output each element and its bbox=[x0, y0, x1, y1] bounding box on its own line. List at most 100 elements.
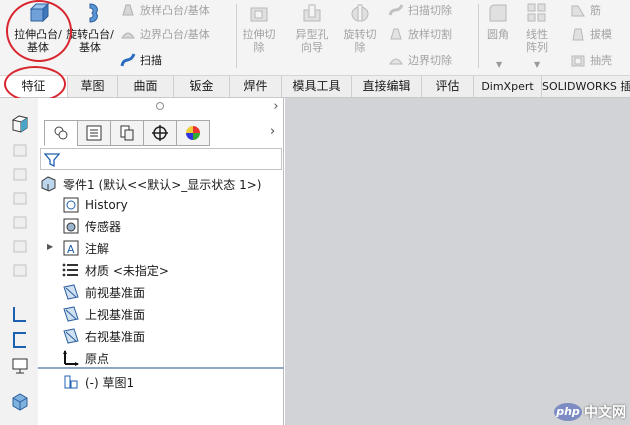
tab-surfaces[interactable]: 曲面 bbox=[118, 76, 174, 97]
watermark-badge: php bbox=[554, 403, 582, 421]
part-cube-icon[interactable] bbox=[10, 392, 30, 412]
tab-property-manager[interactable] bbox=[77, 120, 111, 146]
fillet-dropdown-arrow[interactable]: ▼ bbox=[496, 60, 502, 69]
expand-panel-arrow[interactable]: › bbox=[270, 124, 275, 139]
extrude-boss-button[interactable]: 拉伸凸台/基体 bbox=[14, 2, 62, 54]
feature-tree-filter[interactable] bbox=[40, 148, 282, 170]
tab-evaluate[interactable]: 评估 bbox=[422, 76, 474, 97]
panel-grip-handle[interactable] bbox=[156, 102, 164, 110]
plane-icon bbox=[63, 328, 79, 344]
tree-item-label: (-) 草图1 bbox=[85, 375, 135, 390]
tree-item-annotations[interactable]: A 注解 bbox=[62, 238, 109, 258]
revolve-boss-label: 旋转凸台/基体 bbox=[66, 28, 114, 54]
fillet-button[interactable]: 圆角 bbox=[484, 2, 512, 41]
sketch-corner-icon[interactable] bbox=[10, 330, 30, 350]
expand-caret-icon[interactable]: ▶ bbox=[47, 242, 53, 251]
tab-solidworks-addins[interactable]: SOLIDWORKS 插 bbox=[542, 76, 630, 97]
tree-item-sensors[interactable]: 传感器 bbox=[62, 216, 121, 236]
extrude-cut-label: 拉伸切除 bbox=[242, 28, 276, 54]
history-icon bbox=[63, 197, 79, 213]
rib-button[interactable]: 筋 bbox=[570, 0, 601, 20]
tab-weldments[interactable]: 焊件 bbox=[230, 76, 282, 97]
boundary-cut-button[interactable]: 边界切除 bbox=[388, 50, 452, 70]
sketch-bracket-icon[interactable] bbox=[10, 304, 30, 324]
sensor-icon bbox=[63, 218, 79, 234]
tree-item-right-plane[interactable]: 右视基准面 bbox=[62, 326, 145, 346]
tree-item-top-plane[interactable]: 上视基准面 bbox=[62, 304, 145, 324]
view-front-icon[interactable] bbox=[10, 140, 30, 160]
feature-tree-icon bbox=[54, 126, 68, 140]
boundary-boss-button[interactable]: 边界凸台/基体 bbox=[120, 24, 210, 44]
boundary-boss-label: 边界凸台/基体 bbox=[140, 28, 210, 41]
revolve-cut-button[interactable]: 旋转切除 bbox=[342, 2, 378, 54]
view-top-icon[interactable] bbox=[10, 164, 30, 184]
ribbon-separator bbox=[236, 4, 237, 68]
plane-icon bbox=[63, 284, 79, 300]
view-iso-icon[interactable] bbox=[10, 212, 30, 232]
material-icon bbox=[62, 263, 78, 277]
tree-root-label: 零件1 (默认<<默认>_显示状态 1>) bbox=[63, 177, 262, 192]
tab-display-manager[interactable] bbox=[176, 120, 210, 146]
linear-pattern-button[interactable]: 线性阵列 bbox=[522, 2, 552, 54]
feature-manager-tabs bbox=[44, 120, 210, 146]
extrude-cut-button[interactable]: 拉伸切除 bbox=[242, 2, 276, 54]
view-back-icon[interactable] bbox=[10, 236, 30, 256]
fillet-icon bbox=[489, 4, 507, 22]
tab-feature-tree[interactable] bbox=[44, 120, 78, 146]
shell-button[interactable]: 抽壳 bbox=[570, 50, 612, 70]
rib-label: 筋 bbox=[590, 4, 601, 17]
tab-features[interactable]: 特征 bbox=[0, 76, 68, 97]
tree-item-label: 材质 <未指定> bbox=[85, 263, 169, 278]
origin-icon bbox=[63, 350, 79, 366]
tree-item-history[interactable]: History bbox=[62, 195, 128, 215]
view-right-icon[interactable] bbox=[10, 188, 30, 208]
hole-wizard-button[interactable]: 异型孔向导 bbox=[292, 2, 332, 54]
tree-item-sketch[interactable]: (-) 草图1 bbox=[62, 372, 134, 392]
display-manager-icon bbox=[186, 126, 200, 140]
tree-root-part[interactable]: 零件1 (默认<<默认>_显示状态 1>) bbox=[40, 174, 261, 194]
rollback-bar[interactable] bbox=[38, 367, 284, 369]
tab-mold-tools[interactable]: 模具工具 bbox=[282, 76, 352, 97]
tab-sketch[interactable]: 草图 bbox=[68, 76, 118, 97]
hole-wizard-label: 异型孔向导 bbox=[295, 28, 329, 54]
configuration-manager-icon bbox=[120, 125, 134, 141]
panel-collapse-arrow[interactable]: › bbox=[268, 98, 284, 116]
sweep-button[interactable]: 扫描 bbox=[120, 50, 162, 70]
tab-configuration-manager[interactable] bbox=[110, 120, 144, 146]
hole-wizard-icon bbox=[303, 4, 321, 22]
fillet-label: 圆角 bbox=[487, 28, 509, 41]
view-bottom-icon[interactable] bbox=[10, 260, 30, 280]
tree-item-label: 原点 bbox=[85, 351, 110, 366]
lofted-cut-icon bbox=[390, 28, 402, 40]
tree-item-label: 上视基准面 bbox=[85, 307, 146, 322]
lofted-cut-button[interactable]: 放样切割 bbox=[388, 24, 452, 44]
dimxpert-crosshair-icon bbox=[152, 125, 168, 141]
tab-dimxpert[interactable]: DimXpert bbox=[474, 76, 542, 97]
draft-button[interactable]: 拔模 bbox=[570, 24, 612, 44]
display-monitor-icon[interactable] bbox=[10, 356, 30, 376]
graphics-area[interactable] bbox=[285, 98, 630, 425]
draft-label: 拔模 bbox=[590, 28, 612, 41]
loft-boss-button[interactable]: 放样凸台/基体 bbox=[120, 0, 210, 20]
command-manager-tabs: 特征 草图 曲面 钣金 焊件 模具工具 直接编辑 评估 DimXpert SOL… bbox=[0, 76, 630, 98]
swept-cut-label: 扫描切除 bbox=[408, 4, 452, 17]
tab-sheet-metal[interactable]: 钣金 bbox=[174, 76, 230, 97]
tree-item-material[interactable]: 材质 <未指定> bbox=[62, 260, 169, 280]
linear-pattern-label: 线性阵列 bbox=[526, 28, 548, 54]
plane-icon bbox=[63, 306, 79, 322]
boundary-boss-icon bbox=[121, 32, 135, 39]
pattern-dropdown-arrow[interactable]: ▼ bbox=[534, 60, 540, 69]
ribbon-separator bbox=[478, 4, 479, 68]
revolve-boss-icon bbox=[89, 3, 98, 23]
solid-cube-icon[interactable] bbox=[10, 114, 30, 134]
tree-item-label: 右视基准面 bbox=[85, 329, 146, 344]
tree-item-front-plane[interactable]: 前视基准面 bbox=[62, 282, 145, 302]
revolve-boss-button[interactable]: 旋转凸台/基体 bbox=[66, 2, 114, 54]
linear-pattern-icon bbox=[527, 3, 546, 22]
tab-direct-editing[interactable]: 直接编辑 bbox=[352, 76, 422, 97]
swept-cut-button[interactable]: 扫描切除 bbox=[388, 0, 452, 20]
tree-item-label: 前视基准面 bbox=[85, 285, 146, 300]
tree-item-origin[interactable]: 原点 bbox=[62, 348, 109, 368]
command-manager-ribbon: 拉伸凸台/基体 旋转凸台/基体 放样凸台/基体 边界凸台/基体 扫描 拉伸切除 … bbox=[0, 0, 630, 76]
tab-dimxpert-manager[interactable] bbox=[143, 120, 177, 146]
